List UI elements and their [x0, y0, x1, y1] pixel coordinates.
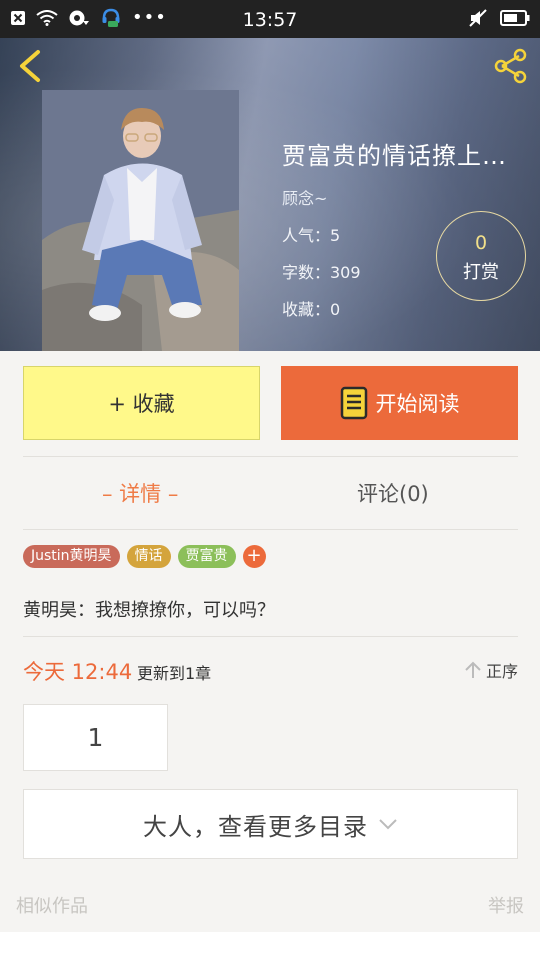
more-catalog-label: 大人，查看更多目录: [143, 812, 368, 841]
tab-detail[interactable]: – 详情 –: [102, 478, 178, 508]
cover-illustration: [42, 90, 239, 351]
start-reading-button[interactable]: 开始阅读: [281, 366, 518, 440]
status-bar: ••• 13:57: [0, 0, 540, 38]
similar-works-heading: 相似作品: [16, 896, 88, 917]
divider: [23, 456, 518, 457]
collect-button[interactable]: + 收藏: [23, 366, 260, 440]
bottom-area: [0, 932, 540, 960]
share-icon[interactable]: [490, 46, 530, 86]
book-author[interactable]: 顾念~: [282, 185, 530, 209]
chapter-number: 1: [87, 723, 104, 752]
chapter-item[interactable]: 1: [23, 704, 168, 771]
more-catalog-button[interactable]: 大人，查看更多目录: [23, 789, 518, 859]
book-header: 贾富贵的情话撩上… 顾念~ 人气：5 字数：309 收藏：0 0 打赏: [0, 38, 540, 351]
update-text: 更新到1章: [137, 664, 212, 683]
divider: [23, 636, 518, 637]
book-summary: 黄明昊：我想撩撩你，可以吗？: [23, 600, 275, 621]
tag-list: Justin黄明昊 情话 贾富贵 +: [23, 545, 266, 568]
tag-item[interactable]: Justin黄明昊: [23, 545, 120, 568]
update-info: 今天 12:44 更新到1章 正序: [23, 656, 518, 684]
report-button[interactable]: 举报: [488, 892, 524, 918]
status-right-icons: [468, 8, 530, 28]
status-time: 13:57: [242, 9, 298, 31]
divider: [23, 529, 518, 530]
reward-count: 0: [474, 232, 488, 254]
update-time: 今天 12:44: [23, 660, 133, 684]
sort-order-label: 正序: [485, 662, 518, 681]
tag-item[interactable]: 贾富贵: [177, 545, 236, 568]
reward-label: 打赏: [463, 262, 499, 283]
book-icon: [340, 386, 367, 420]
start-reading-label: 开始阅读: [375, 392, 460, 416]
add-tag-button[interactable]: +: [242, 545, 266, 568]
arrow-up-icon: [465, 661, 481, 678]
tab-comments[interactable]: 评论(0): [357, 478, 429, 508]
chevron-left-icon[interactable]: [14, 48, 46, 84]
tag-item[interactable]: 情话: [126, 545, 171, 568]
collect-button-label: + 收藏: [108, 392, 175, 416]
battery-icon: [500, 10, 530, 26]
book-title: 贾富贵的情话撩上…: [282, 142, 507, 170]
reward-button[interactable]: 0 打赏: [436, 211, 526, 301]
sort-order-button[interactable]: 正序: [464, 658, 518, 682]
book-cover-image[interactable]: [42, 90, 239, 351]
mute-icon: [469, 9, 487, 27]
chevron-down-icon: [379, 819, 397, 830]
favorites-stat: 收藏：0: [282, 300, 341, 319]
